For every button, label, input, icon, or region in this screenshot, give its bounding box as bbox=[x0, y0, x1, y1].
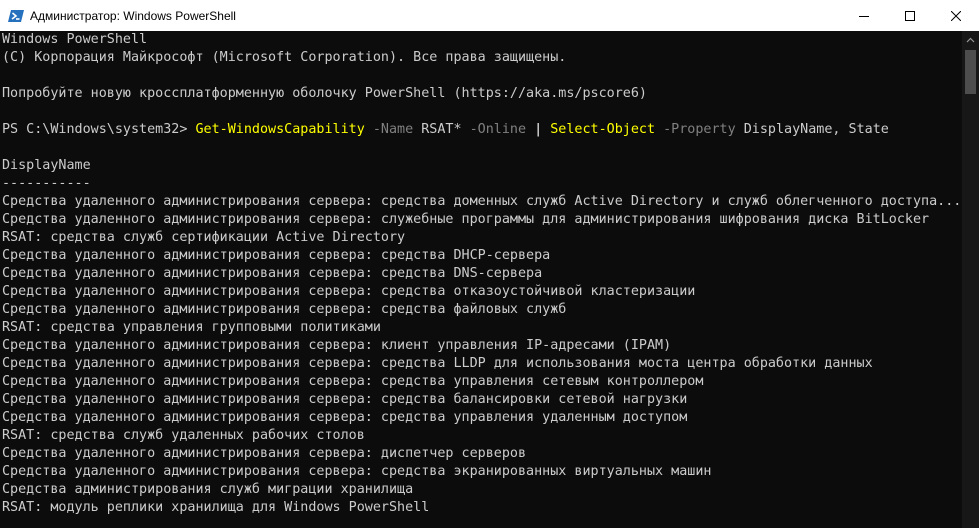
output-header: DisplayName bbox=[2, 158, 91, 173]
console-line: Попробуйте новую кроссплатформенную обол… bbox=[2, 86, 647, 101]
argument-property: DisplayName, State bbox=[735, 122, 889, 137]
output-row: Средства удаленного администрирования се… bbox=[2, 392, 688, 407]
output-separator: ----------- bbox=[2, 176, 91, 191]
output-row: Средства удаленного администрирования се… bbox=[2, 410, 688, 425]
parameter-property: -Property bbox=[655, 122, 736, 137]
output-row: RSAT: модуль реплики хранилища для Windo… bbox=[2, 500, 430, 515]
command-line: PS C:\Windows\system32> Get-WindowsCapab… bbox=[2, 121, 889, 139]
close-icon bbox=[951, 10, 961, 21]
maximize-button[interactable] bbox=[887, 0, 933, 31]
output-row: RSAT: средства служб сертификации Active… bbox=[2, 230, 406, 245]
output-row: Средства удаленного администрирования се… bbox=[2, 302, 567, 317]
cmdlet-get-windowscapability: Get-WindowsCapability bbox=[195, 122, 365, 137]
prompt: PS C:\Windows\system32> bbox=[2, 122, 196, 137]
chevron-up-icon bbox=[966, 37, 975, 42]
parameter-online: -Online bbox=[461, 122, 527, 137]
output-row: Средства удаленного администрирования се… bbox=[2, 356, 873, 371]
output-row: Средства администрирования служб миграци… bbox=[2, 482, 414, 497]
console-line: Windows PowerShell bbox=[2, 32, 148, 47]
output-row: Средства удаленного администрирования се… bbox=[2, 338, 672, 353]
minimize-button[interactable] bbox=[841, 0, 887, 31]
cmdlet-select-object: Select-Object bbox=[550, 122, 656, 137]
output-row: Средства удаленного администрирования се… bbox=[2, 446, 527, 461]
window-controls bbox=[841, 0, 979, 31]
window-title: Администратор: Windows PowerShell bbox=[30, 8, 236, 23]
parameter-name: -Name bbox=[364, 122, 414, 137]
console-line: (C) Корпорация Майкрософт (Microsoft Cor… bbox=[2, 50, 567, 65]
title-bar[interactable]: Администратор: Windows PowerShell bbox=[0, 0, 979, 31]
output-row: Средства удаленного администрирования се… bbox=[2, 194, 962, 209]
maximize-icon bbox=[905, 10, 915, 21]
scroll-up-button[interactable] bbox=[962, 31, 979, 48]
output-row: Средства удаленного администрирования се… bbox=[2, 374, 704, 389]
powershell-icon bbox=[8, 9, 24, 22]
output-row: Средства удаленного администрирования се… bbox=[2, 266, 543, 281]
output-row: Средства удаленного администрирования се… bbox=[2, 464, 712, 479]
console-output[interactable]: Windows PowerShell (C) Корпорация Майкро… bbox=[0, 31, 962, 528]
minimize-icon bbox=[859, 15, 869, 17]
output-row: Средства удаленного администрирования се… bbox=[2, 212, 930, 227]
pipe-operator: | bbox=[526, 122, 551, 137]
powershell-window: Администратор: Windows PowerShell Window… bbox=[0, 0, 979, 528]
vertical-scrollbar[interactable] bbox=[962, 31, 979, 528]
scrollbar-thumb[interactable] bbox=[965, 50, 976, 94]
argument-name: RSAT* bbox=[413, 122, 462, 137]
output-row: Средства удаленного администрирования се… bbox=[2, 248, 551, 263]
output-row: RSAT: средства управления групповыми пол… bbox=[2, 320, 381, 335]
close-button[interactable] bbox=[933, 0, 979, 31]
output-row: RSAT: средства служб удаленных рабочих с… bbox=[2, 428, 365, 443]
output-row: Средства удаленного администрирования се… bbox=[2, 284, 696, 299]
